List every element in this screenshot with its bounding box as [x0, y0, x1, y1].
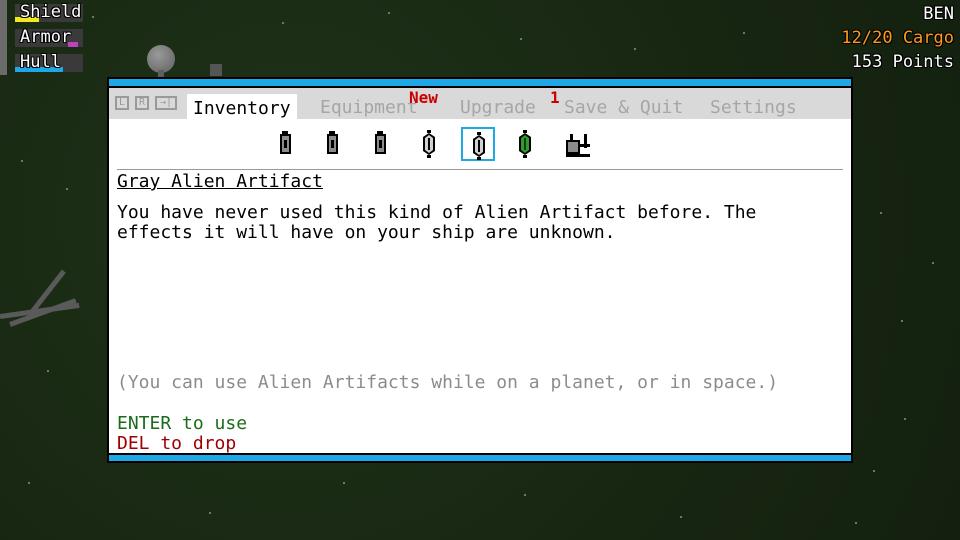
star	[524, 494, 526, 496]
armor-label: Armor	[20, 27, 72, 47]
star	[680, 516, 682, 518]
battery-cell-icon[interactable]	[365, 127, 399, 161]
star	[66, 188, 68, 190]
star	[21, 160, 23, 162]
battery-cell-icon[interactable]	[317, 127, 351, 161]
dialog-bottom-edge	[109, 453, 851, 461]
shoulder-r-icon[interactable]: R	[135, 96, 149, 110]
star	[47, 370, 49, 372]
armor-bar: Armor	[0, 25, 90, 50]
star	[388, 12, 390, 14]
player-name: BEN	[923, 4, 954, 24]
drop-action[interactable]: DEL to drop	[117, 433, 236, 454]
upgrade-count-badge: 1	[550, 88, 560, 107]
item-divider	[117, 169, 843, 170]
star	[855, 522, 857, 524]
item-description: You have never used this kind of Alien A…	[117, 202, 757, 243]
hull-bar: Hull	[0, 50, 90, 75]
star	[932, 262, 934, 264]
star	[520, 38, 522, 40]
star	[743, 32, 745, 34]
shield-bar: Shield	[0, 0, 90, 25]
machine-part-icon[interactable]	[557, 127, 591, 161]
cargo-count: 12/20 Cargo	[841, 28, 954, 48]
use-action[interactable]: ENTER to use	[117, 413, 247, 434]
tab-save-quit[interactable]: Save & Quit	[564, 97, 683, 118]
alien-artifact-icon[interactable]	[461, 127, 495, 161]
star	[343, 482, 345, 484]
battery-cell-icon[interactable]	[270, 127, 304, 161]
star	[209, 512, 211, 514]
star	[904, 418, 906, 420]
shoulder-l-icon[interactable]: L	[115, 96, 129, 110]
tab-settings[interactable]: Settings	[710, 97, 797, 118]
hull-label: Hull	[20, 52, 61, 72]
player-stats: BEN 12/20 Cargo 153 Points	[841, 2, 954, 74]
dialog-top-edge	[109, 79, 851, 88]
tab-inventory[interactable]: Inventory	[187, 94, 297, 120]
star	[901, 320, 903, 322]
usage-hint: (You can use Alien Artifacts while on a …	[117, 372, 779, 393]
alien-artifact-icon[interactable]	[413, 127, 447, 161]
inventory-dialog: L R →| Inventory Equipment Upgrade Save …	[107, 77, 853, 463]
star	[92, 16, 94, 18]
tab-bar: L R →| Inventory Equipment Upgrade Save …	[109, 88, 851, 120]
shield-label: Shield	[20, 2, 82, 22]
points-count: 153 Points	[851, 52, 954, 72]
tab-upgrade[interactable]: Upgrade	[460, 97, 536, 118]
equipment-new-badge: New	[409, 88, 438, 107]
tab-jump-icon[interactable]: →|	[155, 96, 177, 110]
rock-icon	[210, 64, 222, 76]
item-title: Gray Alien Artifact	[117, 171, 323, 192]
star	[282, 22, 284, 24]
ship-status-bars: Shield Armor Hull	[0, 0, 90, 75]
star	[873, 470, 875, 472]
tab-equipment[interactable]: Equipment	[320, 97, 418, 118]
asteroid-icon	[147, 45, 175, 73]
inventory-item-row	[109, 127, 851, 163]
star	[28, 482, 30, 484]
star	[880, 212, 882, 214]
green-artifact-icon[interactable]	[509, 127, 543, 161]
star	[634, 48, 636, 50]
